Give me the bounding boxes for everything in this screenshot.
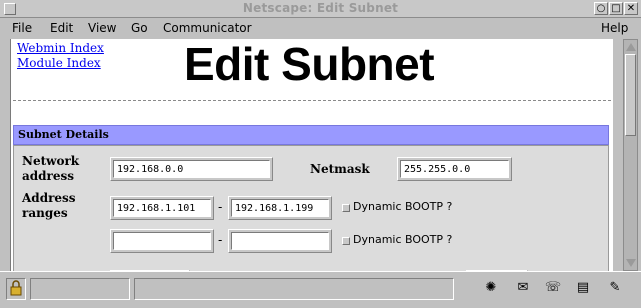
security-indicator[interactable] bbox=[6, 278, 26, 300]
range1-to-field bbox=[228, 196, 332, 220]
menu-edit[interactable]: Edit bbox=[50, 21, 73, 35]
range1-from-input[interactable] bbox=[113, 199, 211, 217]
divider bbox=[13, 100, 611, 101]
netmask-field bbox=[397, 157, 512, 181]
network-address-label: Network address bbox=[22, 154, 79, 184]
progress-area bbox=[30, 278, 130, 300]
range1-separator: - bbox=[218, 200, 223, 214]
chat-icon[interactable]: ☏ bbox=[544, 280, 562, 296]
subnet-details-panel: Network address Netmask Address ranges -… bbox=[13, 145, 609, 271]
vertical-scrollbar[interactable] bbox=[623, 39, 638, 271]
range2-dynamic-bootp-checkbox[interactable] bbox=[342, 237, 350, 245]
edit-icon[interactable]: ✎ bbox=[606, 280, 624, 296]
status-message-area bbox=[134, 278, 454, 300]
netmask-label: Netmask bbox=[310, 162, 370, 176]
compose-icon[interactable]: ▤ bbox=[574, 280, 592, 296]
range2-to-field bbox=[228, 229, 332, 253]
webmin-index-link[interactable]: Webmin Index bbox=[17, 41, 104, 55]
minimize-button[interactable]: ○ bbox=[594, 2, 608, 15]
network-address-field bbox=[110, 157, 273, 181]
range2-dynamic-bootp-label: Dynamic BOOTP ? bbox=[353, 233, 453, 246]
scroll-down-icon[interactable] bbox=[626, 259, 636, 267]
network-address-input[interactable] bbox=[113, 160, 270, 178]
scroll-thumb[interactable] bbox=[625, 54, 636, 136]
window-title: Netscape: Edit Subnet bbox=[242, 1, 399, 15]
netmask-input[interactable] bbox=[400, 160, 509, 178]
network-address-label-line1: Network bbox=[22, 154, 80, 168]
range1-to-input[interactable] bbox=[231, 199, 329, 217]
range2-separator: - bbox=[218, 233, 223, 247]
network-address-label-line2: address bbox=[22, 169, 75, 183]
menu-go[interactable]: Go bbox=[131, 21, 148, 35]
menu-bar: File Edit View Go Communicator Help bbox=[0, 18, 641, 39]
panel-heading-text: Subnet Details bbox=[18, 128, 109, 141]
range1-from-field bbox=[110, 196, 214, 220]
range2-to-input[interactable] bbox=[231, 232, 329, 250]
range2-from-input[interactable] bbox=[113, 232, 211, 250]
window-title-bar: Netscape: Edit Subnet ○ □ ✕ bbox=[0, 0, 641, 18]
range1-dynamic-bootp-label: Dynamic BOOTP ? bbox=[353, 200, 453, 213]
close-button[interactable]: ✕ bbox=[624, 2, 638, 15]
menu-communicator[interactable]: Communicator bbox=[163, 21, 252, 35]
range2-from-field bbox=[110, 229, 214, 253]
scroll-up-icon[interactable] bbox=[626, 43, 636, 51]
mail-icon[interactable]: ✉ bbox=[514, 280, 532, 296]
range1-dynamic-bootp-checkbox[interactable] bbox=[342, 204, 350, 212]
module-index-link[interactable]: Module Index bbox=[17, 56, 101, 70]
lock-icon bbox=[10, 280, 22, 296]
network-icon[interactable]: ✺ bbox=[482, 280, 500, 296]
address-ranges-label-line2: ranges bbox=[22, 206, 68, 220]
maximize-button[interactable]: □ bbox=[609, 2, 623, 15]
menu-view[interactable]: View bbox=[88, 21, 116, 35]
panel-heading: Subnet Details bbox=[13, 125, 609, 145]
page-title: Edit Subnet bbox=[184, 39, 435, 90]
menu-file[interactable]: File bbox=[12, 21, 32, 35]
address-ranges-label: Address ranges bbox=[22, 191, 76, 221]
page-content: Webmin Index Module Index Edit Subnet Su… bbox=[10, 39, 613, 271]
menu-help[interactable]: Help bbox=[601, 21, 628, 35]
status-bar: ✺ ✉ ☏ ▤ ✎ bbox=[0, 271, 641, 308]
address-ranges-label-line1: Address bbox=[22, 191, 76, 205]
